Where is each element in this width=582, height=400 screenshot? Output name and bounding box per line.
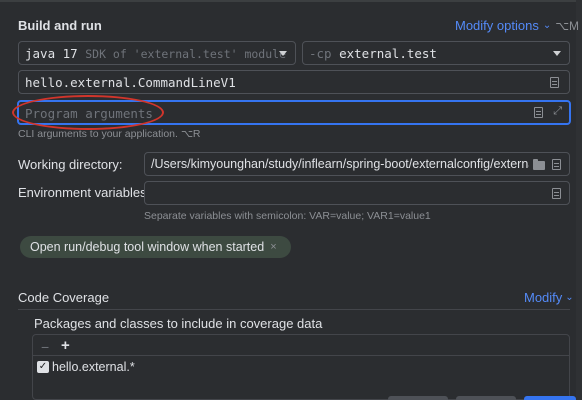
dialog-button-partial[interactable] bbox=[388, 396, 448, 400]
list-item[interactable]: ✓ hello.external.* bbox=[37, 360, 135, 374]
dialog-button-partial[interactable] bbox=[456, 396, 516, 400]
checkmark-icon[interactable]: ✓ bbox=[37, 361, 49, 373]
open-tool-window-chip[interactable]: Open run/debug tool window when started … bbox=[20, 236, 291, 258]
jdk-detail: SDK of 'external.test' module bbox=[85, 47, 287, 61]
packages-label: Packages and classes to include in cover… bbox=[34, 316, 323, 331]
dialog-button-partial[interactable] bbox=[524, 396, 576, 400]
modify-options-link[interactable]: Modify options ⌄ ⌥M bbox=[455, 18, 579, 33]
classpath-module: external.test bbox=[339, 46, 437, 61]
folder-icon[interactable] bbox=[533, 159, 545, 170]
modify-options-shortcut: ⌥M bbox=[555, 18, 580, 33]
cli-arguments-hint: CLI arguments to your application. ⌥R bbox=[18, 128, 201, 140]
document-icon[interactable] bbox=[550, 77, 559, 88]
working-directory-label: Working directory: bbox=[18, 157, 123, 172]
scrollbar-track[interactable] bbox=[576, 0, 582, 400]
toolbar-divider bbox=[33, 355, 569, 356]
chevron-down-icon[interactable] bbox=[279, 51, 287, 56]
program-arguments-placeholder: Program arguments bbox=[25, 106, 153, 121]
coverage-modify-link[interactable]: Modify ⌄ bbox=[524, 290, 574, 305]
jdk-name: java 17 bbox=[25, 46, 78, 61]
environment-variables-field[interactable] bbox=[144, 181, 570, 205]
document-icon[interactable] bbox=[534, 107, 543, 118]
build-and-run-title: Build and run bbox=[18, 18, 102, 33]
working-directory-field[interactable]: /Users/kimyounghan/study/inflearn/spring… bbox=[144, 152, 570, 176]
working-directory-value: /Users/kimyounghan/study/inflearn/spring… bbox=[151, 157, 529, 171]
main-class-field[interactable]: hello.external.CommandLineV1 bbox=[18, 70, 570, 94]
add-icon[interactable]: + bbox=[61, 337, 70, 354]
main-class-value: hello.external.CommandLineV1 bbox=[25, 75, 236, 90]
classpath-prefix: -cp bbox=[309, 46, 332, 61]
chevron-down-icon: ⌄ bbox=[542, 20, 552, 31]
chevron-down-icon: ⌄ bbox=[565, 292, 574, 303]
document-icon[interactable] bbox=[552, 188, 561, 199]
pattern-label: hello.external.* bbox=[52, 360, 135, 374]
remove-icon[interactable]: − bbox=[41, 339, 49, 355]
coverage-modify-label: Modify bbox=[524, 290, 563, 305]
chevron-down-icon[interactable] bbox=[553, 51, 561, 56]
jdk-select[interactable]: java 17 SDK of 'external.test' module bbox=[18, 41, 296, 65]
divider bbox=[18, 309, 570, 310]
classpath-select[interactable]: -cp external.test bbox=[302, 41, 570, 65]
coverage-patterns-list: − + ✓ hello.external.* bbox=[32, 334, 570, 400]
modify-options-label: Modify options bbox=[455, 18, 539, 33]
chip-label: Open run/debug tool window when started bbox=[30, 240, 265, 254]
document-icon[interactable] bbox=[552, 159, 561, 170]
close-icon[interactable]: × bbox=[270, 241, 276, 253]
program-arguments-field[interactable]: Program arguments ⤢ bbox=[17, 100, 571, 125]
environment-variables-label: Environment variables: bbox=[18, 185, 151, 200]
expand-icon[interactable]: ⤢ bbox=[553, 105, 562, 118]
environment-variables-hint: Separate variables with semicolon: VAR=v… bbox=[144, 210, 431, 222]
window-top-edge bbox=[0, 0, 582, 2]
code-coverage-title: Code Coverage bbox=[18, 290, 110, 305]
